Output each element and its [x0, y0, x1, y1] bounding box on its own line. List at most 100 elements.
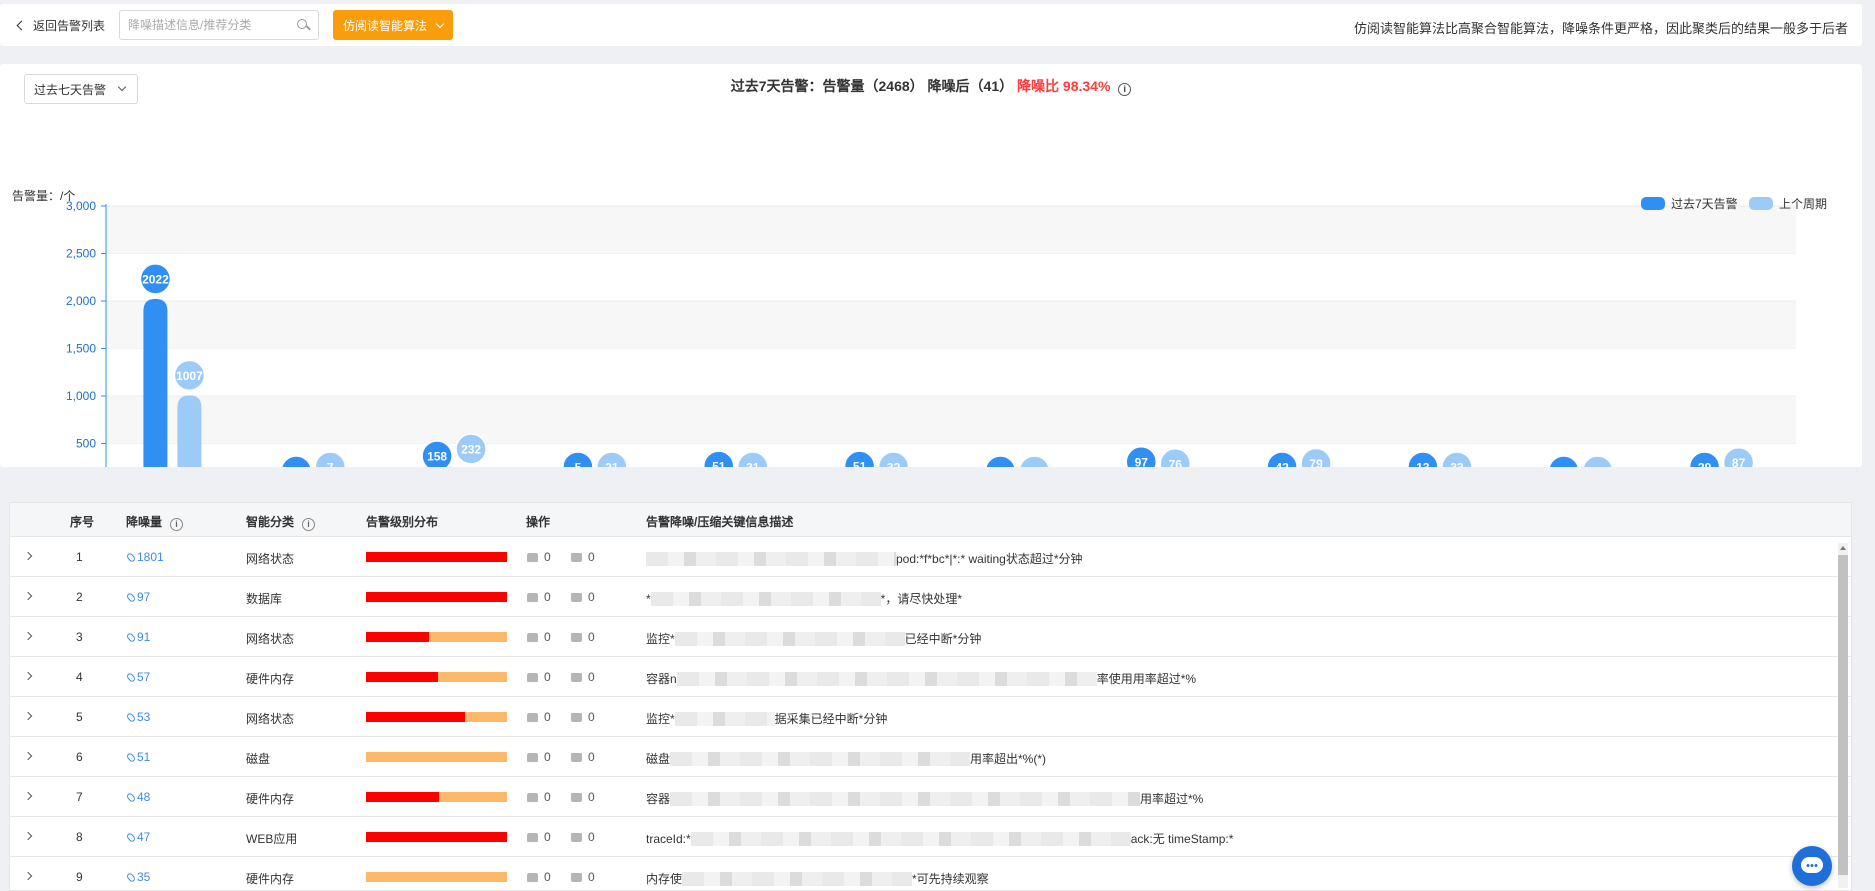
- expand-row-icon[interactable]: [23, 791, 33, 801]
- desc-suffix: *，请尽快处理*: [880, 592, 963, 606]
- row-category: 网络状态: [246, 712, 295, 726]
- critical-level-segment: [366, 712, 465, 722]
- critical-level-segment: [366, 832, 507, 842]
- thumbs-up-button[interactable]: 0: [527, 790, 551, 804]
- row-description: 容器 用率超过*%: [646, 790, 1203, 807]
- back-to-alarm-list-link[interactable]: 返回告警列表: [16, 17, 106, 34]
- critical-level-segment: [366, 552, 507, 562]
- info-icon[interactable]: i: [1118, 83, 1132, 96]
- thumbs-up-count: 0: [544, 670, 551, 684]
- chat-support-button[interactable]: [1792, 846, 1832, 886]
- table-row[interactable]: 5 53 网络状态 0 0 监控* 据采集已经中断*分钟: [10, 697, 1851, 737]
- header-index: 序号: [70, 515, 95, 529]
- row-description: 监控* 已经中断*分钟: [646, 630, 981, 647]
- data-label: 0: [997, 465, 1004, 468]
- noise-count-link[interactable]: 91: [125, 630, 150, 644]
- thumbs-down-button[interactable]: 0: [571, 590, 595, 604]
- thumbs-up-count: 0: [544, 870, 551, 884]
- summary-total: 过去7天告警：告警量（2468）: [730, 78, 924, 94]
- thumbs-down-button[interactable]: 0: [571, 870, 595, 884]
- expand-row-icon[interactable]: [23, 751, 33, 761]
- bar-previous[interactable]: [177, 395, 202, 467]
- thumbs-down-button[interactable]: 0: [571, 790, 595, 804]
- paperclip-icon: [125, 872, 137, 883]
- scrollbar-thumb[interactable]: [1838, 555, 1848, 875]
- thumbs-up-button[interactable]: 0: [527, 830, 551, 844]
- table-row[interactable]: 6 51 磁盘 0 0 磁盘 用率超出*%(*): [10, 737, 1851, 777]
- desc-prefix: 磁盘: [646, 752, 671, 766]
- grid-band: [106, 301, 1796, 349]
- thumbs-down-button[interactable]: 0: [571, 710, 595, 724]
- header-noise-label: 降噪量: [126, 515, 163, 529]
- noise-count: 47: [137, 830, 151, 844]
- scroll-up-arrow-icon[interactable]: [1840, 546, 1846, 550]
- thumbs-up-button[interactable]: 0: [527, 750, 551, 764]
- thumbs-up-button[interactable]: 0: [527, 670, 551, 684]
- expand-row-icon[interactable]: [23, 871, 33, 881]
- noise-count-link[interactable]: 51: [125, 750, 151, 764]
- algorithm-label: 仿阅读智能算法: [343, 18, 428, 33]
- thumbs-up-button[interactable]: 0: [527, 590, 551, 604]
- noise-count-link[interactable]: 1801: [125, 550, 164, 564]
- search-icon[interactable]: [297, 18, 310, 32]
- desc-prefix: 内存使: [646, 872, 683, 886]
- row-description: 内存使 *可先持续观察: [646, 870, 989, 887]
- search-input[interactable]: [128, 18, 298, 32]
- vertical-scrollbar[interactable]: [1838, 543, 1848, 888]
- desc-prefix: 容器n: [646, 672, 677, 686]
- bar-current[interactable]: [143, 298, 168, 467]
- table-row[interactable]: 8 47 WEB应用 0 0 traceId:* ack:无 timeStamp:*: [10, 817, 1851, 857]
- noise-count-link[interactable]: 97: [125, 590, 150, 604]
- back-label: 返回告警列表: [33, 18, 106, 33]
- thumbs-down-button[interactable]: 0: [571, 630, 595, 644]
- table-row[interactable]: 1 1801 网络状态 0 0 pod:*f*bc*|*:* waiting状态超过*分钟: [10, 537, 1851, 577]
- data-label: 51: [853, 460, 867, 467]
- expand-row-icon[interactable]: [23, 551, 33, 561]
- critical-level-segment: [366, 792, 440, 802]
- info-icon[interactable]: i: [170, 518, 184, 531]
- thumbs-up-button[interactable]: 0: [527, 630, 551, 644]
- legend-swatch-previous: [1749, 197, 1773, 210]
- noise-count-link[interactable]: 53: [125, 710, 150, 724]
- noise-count-link[interactable]: 48: [125, 790, 150, 804]
- thumbs-up-button[interactable]: 0: [527, 870, 551, 884]
- thumbs-down-button[interactable]: 0: [571, 830, 595, 844]
- thumbs-up-button[interactable]: 0: [527, 710, 551, 724]
- thumbs-down-button[interactable]: 0: [571, 670, 595, 684]
- table-row[interactable]: 7 48 硬件内存 0 0 容器 用率超过*%: [10, 777, 1851, 817]
- data-label: 76: [1169, 457, 1183, 467]
- expand-row-icon[interactable]: [23, 831, 33, 841]
- table-row[interactable]: 9 35 硬件内存 0 0 内存使 *可先持续观察: [10, 857, 1851, 890]
- data-label: 0: [1560, 465, 1567, 468]
- expand-row-icon[interactable]: [23, 631, 33, 641]
- noise-count-link[interactable]: 57: [125, 670, 150, 684]
- noise-count: 51: [137, 750, 151, 764]
- thumbs-down-button[interactable]: 0: [571, 750, 595, 764]
- level-distribution-bar: [366, 632, 507, 642]
- header-noise[interactable]: 降噪量 i: [126, 513, 184, 531]
- thumbs-down-icon: [571, 552, 582, 562]
- search-box: [119, 10, 320, 40]
- algorithm-dropdown-button[interactable]: 仿阅读智能算法: [333, 10, 454, 40]
- table-row[interactable]: 3 91 网络状态 0 0 监控* 已经中断*分钟: [10, 617, 1851, 657]
- expand-row-icon[interactable]: [23, 591, 33, 601]
- thumbs-up-button[interactable]: 0: [527, 550, 551, 564]
- header-category[interactable]: 智能分类 i: [246, 513, 316, 531]
- data-label: 232: [461, 442, 481, 456]
- noise-count-link[interactable]: 35: [125, 870, 150, 884]
- thumbs-down-count: 0: [588, 790, 595, 804]
- data-label: 51: [712, 460, 726, 467]
- redacted-text: [670, 752, 971, 766]
- row-index: 2: [76, 590, 83, 604]
- table-row[interactable]: 4 57 硬件内存 0 0 容器n 率使用用率超过*%: [10, 657, 1851, 697]
- redacted-text: [646, 552, 896, 566]
- expand-row-icon[interactable]: [23, 671, 33, 681]
- data-label: 97: [1135, 455, 1149, 467]
- noise-count-link[interactable]: 47: [125, 830, 151, 844]
- table-row[interactable]: 2 97 数据库 0 0 * *，请尽快处理*: [10, 577, 1851, 617]
- noise-reduction-table: 序号 降噪量 i 智能分类 i 告警级别分布 操作 告警降噪/压缩关键信息描述 11…: [9, 502, 1852, 891]
- thumbs-down-button[interactable]: 0: [571, 550, 595, 564]
- expand-row-icon[interactable]: [23, 711, 33, 721]
- thumbs-down-icon: [571, 632, 582, 642]
- info-icon[interactable]: i: [302, 518, 316, 531]
